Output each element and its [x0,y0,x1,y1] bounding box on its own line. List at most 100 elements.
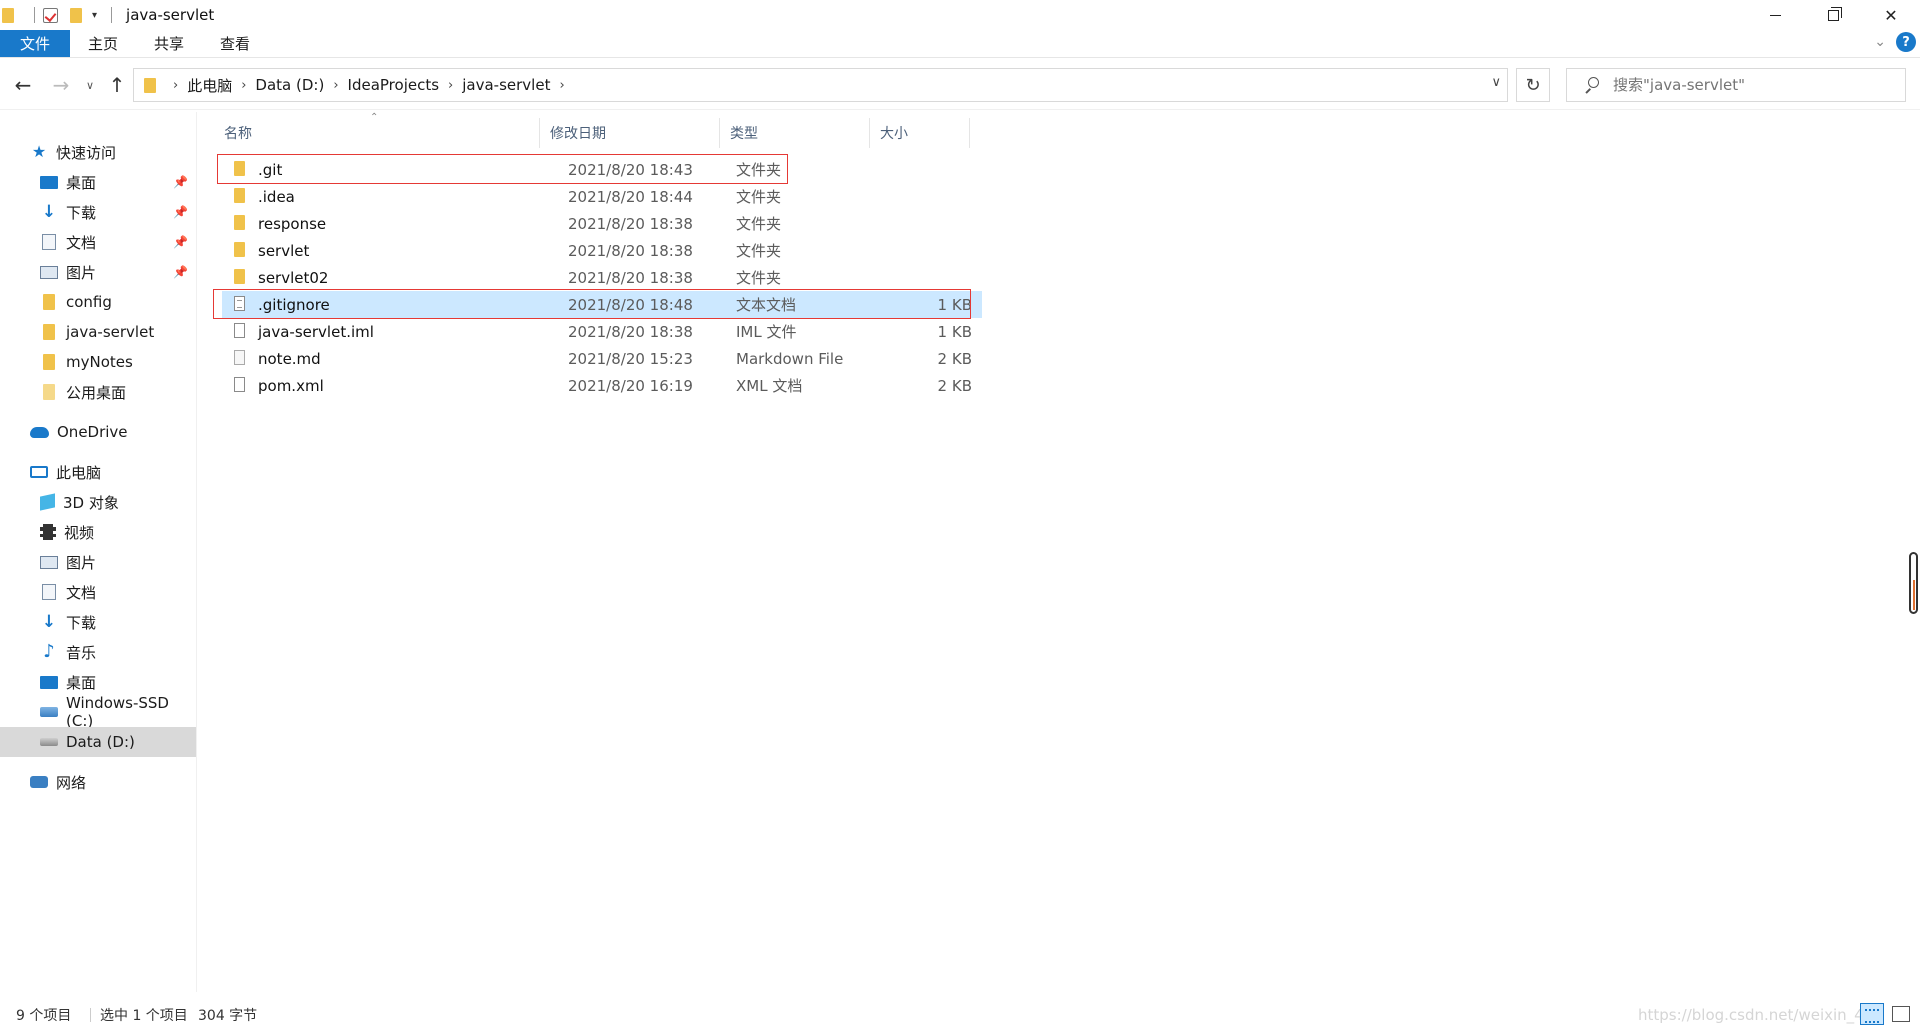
search-input[interactable] [1613,76,1873,94]
nav-item-downloads[interactable]: ↓ 下载 📌 [0,197,196,227]
film-icon [40,524,56,540]
tab-home[interactable]: 主页 [70,30,136,57]
search-box[interactable] [1566,68,1906,102]
breadcrumb-chevron-icon[interactable]: › [241,78,246,93]
search-icon [1583,77,1599,93]
nav-item-pc-desktop[interactable]: 桌面 [0,667,196,697]
folder-icon [234,215,245,230]
column-header-size[interactable]: 大小 [870,118,970,148]
address-row: ← → ∨ ↑ › 此电脑 › Data (D:) › IdeaProjects… [0,60,1920,110]
breadcrumb-data-d[interactable]: Data (D:) [255,76,324,94]
nav-quick-access[interactable]: ★ 快速访问 [0,137,196,167]
file-size: 2 KB [937,376,972,395]
nav-item-mynotes[interactable]: myNotes [0,347,196,377]
markdown-file-icon [234,350,245,365]
refresh-icon: ↻ [1525,74,1541,96]
new-folder-icon[interactable] [70,7,82,23]
large-icons-view-icon[interactable] [1892,1006,1910,1022]
refresh-button[interactable]: ↻ [1516,68,1550,102]
folder-icon [234,188,245,203]
breadcrumb-chevron-icon[interactable]: › [448,78,453,93]
nav-network[interactable]: 网络 [0,767,196,797]
cube-icon [40,493,55,511]
nav-label: 文档 [66,233,97,252]
nav-label: 公用桌面 [66,383,127,402]
pin-icon[interactable]: 📌 [173,205,188,219]
nav-label: 此电脑 [56,463,102,482]
nav-item-drive-c[interactable]: Windows-SSD (C:) [0,694,196,730]
nav-item-documents[interactable]: 文档 📌 [0,227,196,257]
nav-item-public-desktop[interactable]: 公用桌面 [0,377,196,407]
pin-icon[interactable]: 📌 [173,175,188,189]
watermark-text: https://blog.csdn.net/weixin_45 [1638,1006,1874,1024]
computer-icon [30,466,48,478]
recent-locations-button[interactable]: ∨ [80,70,100,100]
close-icon: ✕ [1884,5,1898,25]
nav-label: 视频 [64,523,95,542]
nav-onedrive[interactable]: OneDrive [0,417,196,447]
address-bar[interactable]: › 此电脑 › Data (D:) › IdeaProjects › java-… [133,68,1508,102]
nav-item-music[interactable]: ♪ 音乐 [0,637,196,667]
file-type: Markdown File [736,349,844,368]
nav-item-videos[interactable]: 视频 [0,517,196,547]
file-date: 2021/8/20 15:23 [568,349,693,368]
close-button[interactable]: ✕ [1862,0,1920,30]
column-header-date[interactable]: 修改日期 [540,118,720,148]
details-view-icon[interactable] [1860,1003,1884,1025]
nav-label: config [66,293,112,311]
breadcrumb-ideaprojects[interactable]: IdeaProjects [348,76,440,94]
nav-item-3d-objects[interactable]: 3D 对象 [0,487,196,517]
properties-icon[interactable] [43,7,58,23]
file-type: 文件夹 [736,242,782,260]
column-header-name[interactable]: 名称 [214,118,540,148]
nav-label: 快速访问 [56,143,117,162]
customize-toolbar-dropdown-icon[interactable]: ▾ [92,10,97,21]
chevron-down-icon: ∨ [85,78,95,92]
nav-item-pictures[interactable]: 图片 📌 [0,257,196,287]
pin-icon[interactable]: 📌 [173,265,188,279]
tab-share[interactable]: 共享 [136,30,202,57]
up-button[interactable]: ↑ [102,70,132,100]
table-row[interactable]: pom.xml 2021/8/20 16:19 XML 文档 2 KB [222,372,982,399]
breadcrumb-chevron-icon[interactable]: › [333,78,338,93]
table-row[interactable]: servlet 2021/8/20 18:38 文件夹 [222,237,982,264]
pictures-icon [40,555,58,569]
tab-view[interactable]: 查看 [202,30,268,57]
document-icon [42,584,56,600]
table-row[interactable]: note.md 2021/8/20 15:23 Markdown File 2 … [222,345,982,372]
nav-item-pc-downloads[interactable]: ↓ 下载 [0,607,196,637]
folder-icon [234,269,245,284]
nav-item-pc-pictures[interactable]: 图片 [0,547,196,577]
status-bar: 9 个项目 选中 1 个项目 304 字节 [0,1000,1920,1030]
restore-button[interactable] [1804,0,1862,30]
address-history-dropdown-icon[interactable]: ∨ [1491,75,1501,90]
arrow-left-icon: ← [14,73,32,97]
breadcrumb-chevron-icon[interactable]: › [559,78,564,93]
column-header-type[interactable]: 类型 [720,118,870,148]
pane-divider[interactable] [196,112,197,992]
nav-item-config[interactable]: config [0,287,196,317]
breadcrumb-chevron-icon[interactable]: › [173,78,178,93]
pin-icon[interactable]: 📌 [173,235,188,249]
back-button[interactable]: ← [8,70,38,100]
nav-this-pc[interactable]: 此电脑 [0,457,196,487]
table-row[interactable]: response 2021/8/20 18:38 文件夹 [222,210,982,237]
nav-item-pc-documents[interactable]: 文档 [0,577,196,607]
table-row[interactable]: java-servlet.iml 2021/8/20 18:38 IML 文件 … [222,318,982,345]
nav-item-drive-d[interactable]: Data (D:) [0,727,196,757]
edge-scroll-indicator[interactable] [1909,552,1918,614]
minimize-button[interactable] [1746,0,1804,30]
table-row[interactable]: servlet02 2021/8/20 18:38 文件夹 [222,264,982,291]
location-folder-icon [144,77,156,93]
network-icon [30,776,48,788]
breadcrumb-java-servlet[interactable]: java-servlet [462,76,550,94]
tab-file[interactable]: 文件 [0,30,70,57]
nav-label: 音乐 [66,643,97,662]
nav-item-desktop[interactable]: 桌面 📌 [0,167,196,197]
help-icon[interactable]: ? [1896,32,1916,52]
expand-ribbon-chevron-icon[interactable]: ⌄ [1874,34,1886,50]
forward-button[interactable]: → [46,70,76,100]
nav-item-java-servlet[interactable]: java-servlet [0,317,196,347]
table-row[interactable]: .idea 2021/8/20 18:44 文件夹 [222,183,982,210]
breadcrumb-this-pc[interactable]: 此电脑 [187,75,232,96]
